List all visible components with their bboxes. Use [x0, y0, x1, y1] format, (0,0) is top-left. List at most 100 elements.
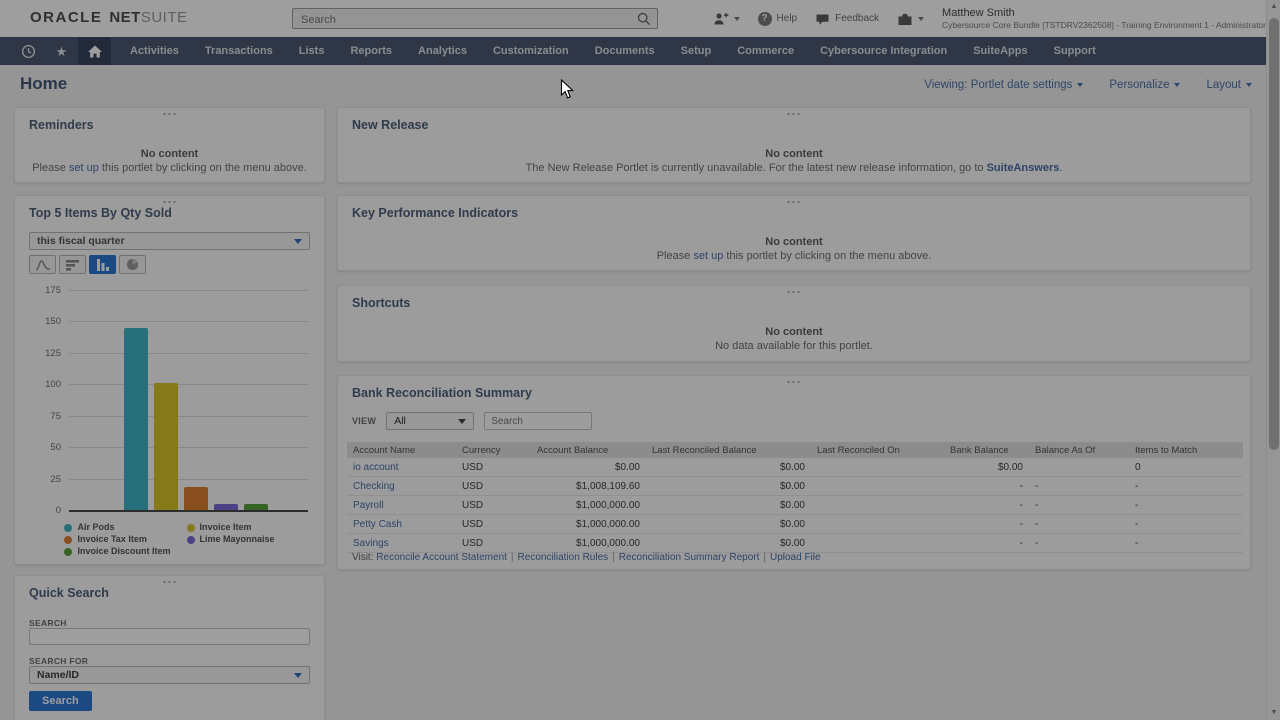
no-content-label: No content [15, 148, 324, 160]
search-for-label: SEARCH FOR [29, 656, 88, 666]
global-search-input[interactable] [299, 10, 633, 29]
portlet-drag-handle[interactable] [786, 112, 802, 117]
y-tick-label: 100 [29, 379, 61, 390]
user-role: Cybersource Core Bundle [TSTDRV2362508] … [942, 20, 1266, 30]
table-cell: - [1029, 538, 1129, 549]
nav-item-activities[interactable]: Activities [117, 37, 192, 65]
nav-item-commerce[interactable]: Commerce [724, 37, 807, 65]
set-up-link[interactable]: set up [693, 250, 723, 262]
nav-item-transactions[interactable]: Transactions [192, 37, 286, 65]
column-header-last-reconciled-balance[interactable]: Last Reconciled Balance [646, 445, 811, 456]
scroll-down-icon[interactable]: ▼ [1267, 706, 1280, 720]
nav-item-reports[interactable]: Reports [337, 37, 405, 65]
user-menu[interactable]: Matthew Smith Cybersource Core Bundle [T… [942, 7, 1266, 30]
vbar-chart-button-selected[interactable] [89, 255, 116, 274]
chart-legend: Air PodsInvoice Tax ItemInvoice Discount… [15, 522, 324, 557]
footer-link-reconciliation-rules[interactable]: Reconciliation Rules [518, 552, 609, 563]
legend-item-lime-mayonnaise: Lime Mayonnaise [187, 534, 275, 545]
suiteanswers-link[interactable]: SuiteAnswers [987, 162, 1060, 174]
legend-label: Lime Mayonnaise [200, 534, 275, 545]
legend-item-invoice-tax-item: Invoice Tax Item [64, 534, 170, 545]
portlet-drag-handle[interactable] [786, 290, 802, 295]
layout-dropdown[interactable]: Layout [1206, 79, 1252, 91]
help-label: Help [777, 13, 798, 24]
portlet-drag-handle[interactable] [162, 580, 178, 585]
bar-invoice-tax-item [184, 487, 208, 510]
portlet-empty-state: No content No data available for this po… [338, 326, 1250, 352]
scroll-up-icon[interactable]: ▲ [1267, 0, 1280, 14]
portlet-drag-handle[interactable] [162, 112, 178, 117]
portlet-title: Reminders [29, 118, 94, 132]
quick-search-input[interactable] [35, 629, 308, 646]
account-link[interactable]: io account [347, 462, 456, 473]
quick-search-button[interactable]: Search [29, 691, 92, 711]
table-cell: $0.00 [944, 462, 1029, 473]
account-link[interactable]: Payroll [347, 500, 456, 511]
viewing-dropdown[interactable]: Viewing: Portlet date settings [924, 79, 1083, 91]
feedback-button[interactable]: Feedback [815, 12, 879, 26]
quick-search-input-wrap [29, 628, 310, 645]
search-for-select[interactable]: Name/ID [29, 666, 310, 684]
footer-link-upload-file[interactable]: Upload File [770, 552, 821, 563]
legend-swatch [64, 548, 72, 556]
account-link[interactable]: Savings [347, 538, 456, 549]
page-header: Home Viewing: Portlet date settings Pers… [0, 65, 1280, 103]
nav-item-documents[interactable]: Documents [582, 37, 668, 65]
nav-item-lists[interactable]: Lists [286, 37, 338, 65]
column-header-last-reconciled-on[interactable]: Last Reconciled On [811, 445, 944, 456]
pie-chart-button[interactable] [119, 255, 146, 274]
topbar-right-cluster: ? Help Feedback Matthew Smith Cybersourc… [713, 0, 1266, 37]
vertical-scrollbar[interactable]: ▲ ▼ [1266, 0, 1280, 720]
layout-label: Layout [1206, 79, 1241, 91]
personalize-dropdown[interactable]: Personalize [1109, 79, 1180, 91]
column-header-balance-as-of[interactable]: Balance As Of [1029, 445, 1129, 456]
chevron-down-icon [294, 673, 302, 678]
view-select[interactable]: All [386, 412, 474, 430]
reminders-portlet: Reminders No content Please set up this … [14, 107, 325, 183]
nav-item-support[interactable]: Support [1041, 37, 1109, 65]
home-tab[interactable] [78, 37, 111, 65]
roles-menu[interactable] [897, 12, 924, 26]
help-button[interactable]: ? Help [758, 12, 798, 26]
footer-link-reconciliation-summary-report[interactable]: Reconciliation Summary Report [619, 552, 760, 563]
account-link[interactable]: Checking [347, 481, 456, 492]
search-icon[interactable] [637, 12, 651, 26]
nav-item-customization[interactable]: Customization [480, 37, 582, 65]
account-link[interactable]: Petty Cash [347, 519, 456, 530]
logo-oracle-text: ORACLE [30, 9, 102, 26]
viewing-label: Viewing: Portlet date settings [924, 79, 1072, 91]
table-cell: $0.00 [646, 481, 811, 492]
scrollbar-thumb[interactable] [1269, 18, 1279, 450]
bankrec-search-input[interactable] [484, 412, 592, 430]
portlet-drag-handle[interactable] [162, 200, 178, 205]
nav-item-cybersource-integration[interactable]: Cybersource Integration [807, 37, 960, 65]
line-chart-button[interactable] [29, 255, 56, 274]
vbar-chart-icon [96, 259, 110, 271]
set-up-link[interactable]: set up [69, 162, 99, 174]
portlet-drag-handle[interactable] [786, 380, 802, 385]
column-header-account-name[interactable]: Account Name [347, 445, 456, 456]
column-header-account-balance[interactable]: Account Balance [531, 445, 646, 456]
recent-records-button[interactable] [12, 37, 45, 65]
portlet-drag-handle[interactable] [786, 200, 802, 205]
nav-item-setup[interactable]: Setup [668, 37, 725, 65]
view-label: VIEW [352, 416, 376, 426]
y-tick-label: 125 [29, 348, 61, 359]
hbar-chart-button[interactable] [59, 255, 86, 274]
nav-item-suiteapps[interactable]: SuiteApps [960, 37, 1040, 65]
shortcuts-star-button[interactable]: ★ [45, 37, 78, 65]
portlet-title: Top 5 Items By Qty Sold [29, 206, 172, 220]
date-range-select[interactable]: this fiscal quarter [29, 232, 310, 250]
table-cell: - [1129, 519, 1243, 530]
column-header-bank-balance[interactable]: Bank Balance [944, 445, 1029, 456]
footer-link-reconcile-account-statement[interactable]: Reconcile Account Statement [376, 552, 507, 563]
empty-message: No data available for this portlet. [338, 340, 1250, 352]
column-header-currency[interactable]: Currency [456, 445, 531, 456]
oracle-netsuite-logo[interactable]: ORACLENETSUITE [30, 9, 188, 26]
create-new-menu[interactable] [713, 11, 740, 26]
view-select-value: All [394, 415, 406, 427]
nav-item-analytics[interactable]: Analytics [405, 37, 480, 65]
netsuite-dashboard: ORACLENETSUITE ? Help [0, 0, 1280, 720]
gridline [69, 479, 308, 480]
column-header-items-to-match[interactable]: Items to Match [1129, 445, 1243, 456]
